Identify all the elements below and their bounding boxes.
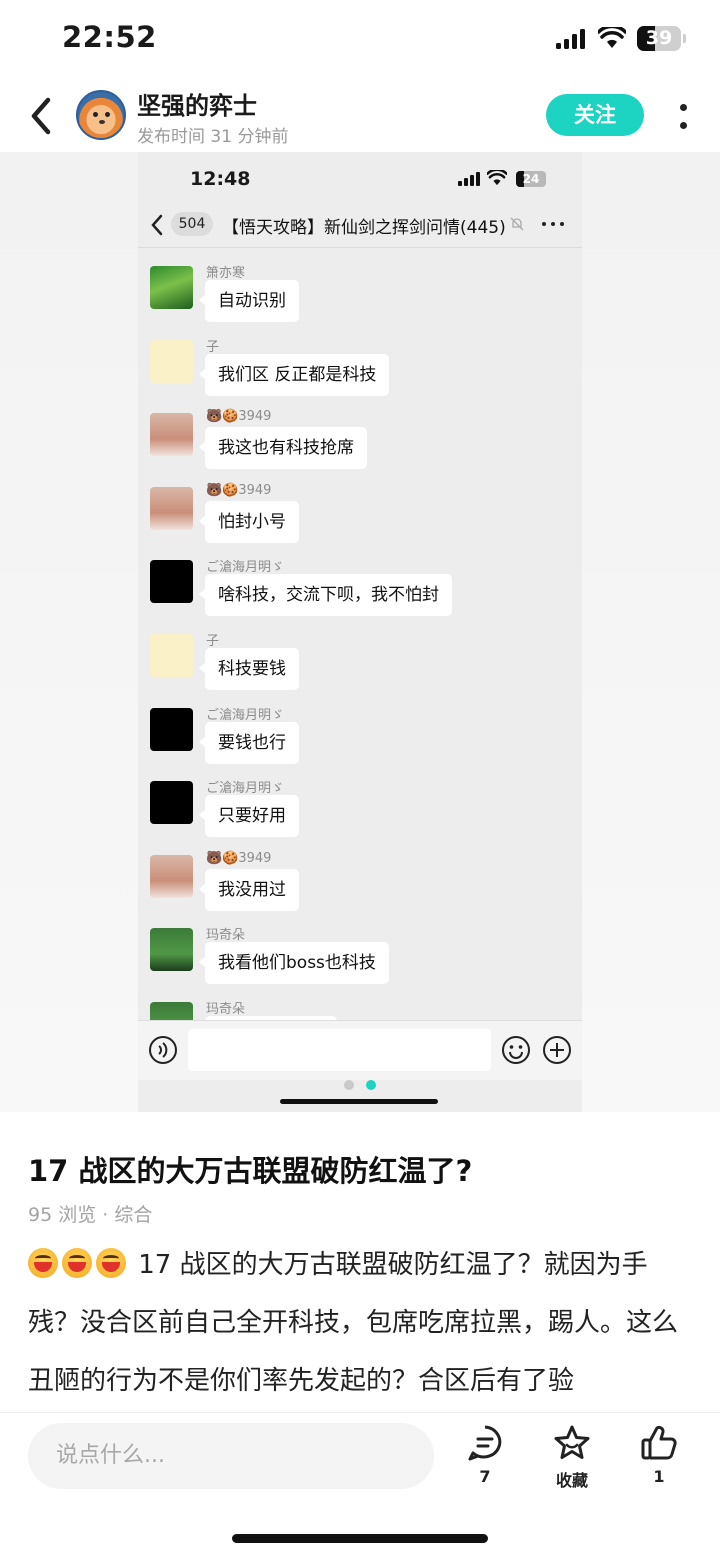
message-bubble: 啥科技，交流下呗，我不怕封 (199, 574, 452, 617)
signal-icon (556, 29, 588, 49)
post-header: 坚强的弈士 发布时间 31 分钟前 关注 (0, 78, 720, 154)
battery-level: 39 (645, 27, 673, 49)
more-options-icon[interactable] (672, 100, 696, 134)
sender-name: 🐻🍪3949 (206, 850, 272, 866)
chat-message: 箫亦寒 自动识别 (138, 252, 582, 322)
wifi-icon (598, 27, 626, 48)
chat-message: 🐻🍪3949 怕封小号 (138, 473, 582, 543)
sender-avatar (150, 339, 193, 383)
back-arrow-icon[interactable] (22, 92, 62, 140)
message-bubble: 只要好用 (199, 795, 299, 838)
sender-avatar (150, 560, 193, 604)
chat-message: ご滄海月明ゞ 只要好用 (138, 767, 582, 838)
sender-name: 箫亦寒 (206, 266, 246, 281)
sender-name: 🐻🍪3949 (206, 409, 272, 425)
sender-avatar (150, 854, 193, 898)
post-image[interactable]: 12:48 24 504 【悟天攻略】新仙剑之挥剑问情(445) 箫亦寒 自动识… (0, 152, 720, 1112)
mute-bell-icon (510, 217, 524, 231)
screenshot-wifi-icon (487, 170, 507, 186)
voice-icon (149, 1036, 177, 1064)
chat-unread-count: 504 (171, 212, 213, 236)
screenshot-status-bar: 12:48 24 (138, 152, 582, 202)
image-page-indicator (138, 1080, 582, 1112)
sender-name: ご滄海月明ゞ (206, 707, 285, 723)
post-title: 17 战区的大万古联盟破防红温了? (28, 1154, 473, 1188)
sender-name: 玛奇朵 (206, 1002, 246, 1017)
screenshot-signal-icon (458, 172, 480, 186)
message-bubble: 科技要钱 (199, 648, 299, 690)
chat-message: 🐻🍪3949 我没用过 (138, 841, 582, 911)
chat-back-icon (151, 214, 163, 236)
emoji-icon (502, 1036, 530, 1064)
comment-icon (468, 1425, 502, 1461)
star-icon (554, 1425, 590, 1459)
message-bubble: 自动识别 (199, 280, 299, 322)
chat-message: 🐻🍪3949 我这也有科技抢席 (138, 399, 582, 470)
sender-name: 子 (206, 339, 220, 355)
chat-message: 子我们区 反正都是科技 (138, 326, 582, 396)
sender-name: ご滄海月明ゞ (206, 560, 285, 576)
publish-time: 发布时间 31 分钟前 (137, 127, 289, 147)
plus-icon (543, 1036, 571, 1064)
sender-avatar (150, 486, 193, 530)
status-bar: 22:52 39 (0, 0, 720, 76)
grinning-emoji-icon (96, 1248, 126, 1278)
chat-screenshot: 12:48 24 504 【悟天攻略】新仙剑之挥剑问情(445) 箫亦寒 自动识… (138, 152, 582, 1112)
screenshot-battery-level: 24 (522, 172, 540, 186)
author-name[interactable]: 坚强的弈士 (137, 86, 257, 121)
screenshot-time: 12:48 (190, 168, 251, 190)
grinning-emoji-icon (28, 1248, 58, 1278)
chat-message: 玛奇朵 我看他们boss也科技 (138, 914, 582, 985)
sender-avatar (150, 707, 193, 751)
home-indicator (232, 1534, 488, 1543)
sender-avatar (150, 413, 193, 457)
like-count: 1 (653, 1467, 665, 1486)
chat-title: 【悟天攻略】新仙剑之挥剑问情(445) (222, 218, 506, 238)
comment-input[interactable]: 说点什么... (28, 1423, 434, 1489)
screenshot-home-indicator (280, 1099, 438, 1104)
chat-message: 子科技要钱 (138, 620, 582, 690)
chat-more-icon (542, 222, 564, 228)
sender-avatar (150, 266, 193, 309)
like-button[interactable]: 1 (629, 1423, 689, 1493)
sender-name: ご滄海月明ゞ (206, 781, 285, 797)
comment-count: 7 (479, 1467, 491, 1486)
thumbs-up-icon (641, 1425, 677, 1460)
sender-avatar (150, 634, 193, 677)
post-meta: 95 浏览 · 综合 (28, 1204, 153, 1226)
message-bubble: 我看他们boss也科技 (199, 942, 389, 985)
author-avatar[interactable] (76, 90, 126, 140)
sender-avatar (150, 928, 193, 972)
status-time: 22:52 (62, 20, 157, 54)
screenshot-battery-icon: 24 (516, 171, 546, 187)
chat-message: ご滄海月明ゞ 要钱也行 (138, 694, 582, 764)
post-body[interactable]: 17 战区的大万古联盟破防红温了？就因为手残？没合区前自己全开科技，包席吃席拉黑… (28, 1236, 692, 1410)
comment-button[interactable]: 7 (455, 1423, 515, 1493)
post-body-text: 17 战区的大万古联盟破防红温了？就因为手残？没合区前自己全开科技，包席吃席拉黑… (28, 1250, 679, 1396)
message-bubble: 要钱也行 (199, 721, 299, 764)
sender-avatar (150, 781, 193, 825)
follow-button[interactable]: 关注 (546, 94, 644, 136)
message-bubble: 我这也有科技抢席 (199, 427, 367, 470)
message-bubble: 我们区 反正都是科技 (198, 353, 390, 396)
favorite-label: 收藏 (555, 1471, 588, 1490)
chat-input-bar (138, 1020, 582, 1080)
page-dot (344, 1080, 354, 1090)
sender-name: 🐻🍪3949 (206, 482, 272, 498)
sender-name: 玛奇朵 (206, 928, 246, 944)
battery-icon: 39 (637, 26, 686, 51)
message-bubble: 我没用过 (199, 868, 299, 911)
sender-name: 子 (206, 634, 220, 649)
chat-text-input (188, 1029, 491, 1071)
grinning-emoji-icon (62, 1248, 92, 1278)
chat-message: ご滄海月明ゞ 啥科技，交流下呗，我不怕封 (138, 546, 582, 617)
favorite-button[interactable]: 收藏 (542, 1423, 602, 1493)
chat-header: 504 【悟天攻略】新仙剑之挥剑问情(445) (138, 202, 582, 248)
message-bubble: 怕封小号 (199, 500, 299, 543)
page-dot-active (366, 1080, 376, 1090)
